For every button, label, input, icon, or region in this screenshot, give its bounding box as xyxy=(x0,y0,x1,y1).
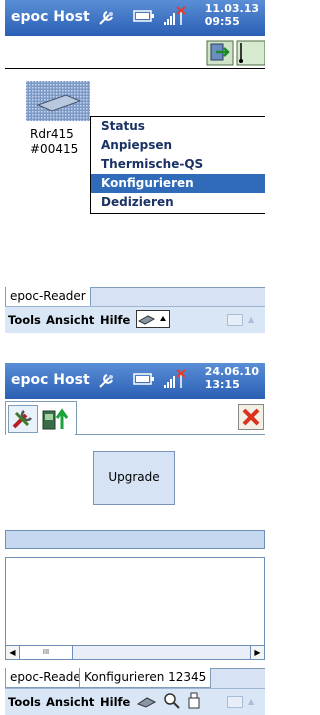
keyboard-toggle-icon[interactable]: ▲ xyxy=(248,697,254,706)
clock[interactable]: 24.06.10 13:15 xyxy=(205,365,259,391)
device-serial: #00415 xyxy=(30,142,79,156)
screen-configure: epoc Host 24.06.10 13:15 Upgrade ◀ III ▶… xyxy=(5,363,265,715)
app-title: epoc Host xyxy=(11,372,90,388)
tab-epoc-reader[interactable]: epoc-Reader xyxy=(5,668,91,688)
menu-item-konfigurieren[interactable]: Konfigurieren xyxy=(91,174,265,193)
context-menu: Status Anpiepsen Thermische-QS ausführen… xyxy=(90,116,265,214)
clock[interactable]: 11.03.13 09:55 xyxy=(205,2,259,28)
reader-device-toolbar-icon[interactable] xyxy=(136,693,158,709)
title-bar: epoc Host 11.03.13 09:55 xyxy=(5,0,265,36)
battery-icon[interactable] xyxy=(133,372,155,386)
menu-item-thermal-qc[interactable]: Thermische-QS ausführen xyxy=(91,155,265,190)
reader-toolbar-button[interactable] xyxy=(136,310,170,328)
signal-icon[interactable] xyxy=(163,6,189,28)
menu-bar: Tools Ansicht Hilfe ▲ xyxy=(5,688,265,715)
settings-icon[interactable] xyxy=(97,372,117,390)
horizontal-scrollbar[interactable]: ◀ III ▶ xyxy=(5,645,265,660)
menu-item-status[interactable]: Status xyxy=(91,117,265,136)
menu-tools[interactable]: Tools xyxy=(8,313,41,327)
upgrade-button-label: Upgrade xyxy=(108,470,160,484)
clock-time: 09:55 xyxy=(204,15,240,28)
toolbar-row xyxy=(5,36,265,68)
upgrade-arrow-icon[interactable] xyxy=(40,405,70,433)
menu-item-dedizieren[interactable]: Dedizieren xyxy=(91,193,265,212)
clock-date: 24.06.10 xyxy=(204,365,259,378)
settings-tool-icon[interactable] xyxy=(236,40,265,66)
title-bar: epoc Host 24.06.10 13:15 xyxy=(5,363,265,399)
scroll-left-icon[interactable]: ◀ xyxy=(6,646,20,659)
reader-device-icon[interactable] xyxy=(26,81,90,121)
menu-hilfe[interactable]: Hilfe xyxy=(100,695,130,709)
scroll-thumb[interactable]: III xyxy=(20,646,73,659)
battery-icon[interactable] xyxy=(133,9,155,23)
tab-tools-active[interactable] xyxy=(5,401,77,436)
keyboard-icon[interactable] xyxy=(227,314,243,326)
menu-bar: Tools Ansicht Hilfe ▲ xyxy=(5,306,265,333)
configure-content: Upgrade ◀ III ▶ xyxy=(5,435,265,660)
menu-ansicht[interactable]: Ansicht xyxy=(46,313,94,327)
signal-icon[interactable] xyxy=(163,369,189,391)
zoom-icon[interactable] xyxy=(163,692,181,710)
tab-strip: epoc-Reader Konfigurieren 12345 xyxy=(5,668,265,688)
exit-icon[interactable] xyxy=(206,40,234,66)
menu-hilfe[interactable]: Hilfe xyxy=(100,313,130,327)
tab-strip: epoc-Reader xyxy=(5,287,265,307)
log-listbox[interactable] xyxy=(5,557,265,647)
menu-ansicht[interactable]: Ansicht xyxy=(46,695,94,709)
clock-time: 13:15 xyxy=(204,378,240,391)
keyboard-icon[interactable] xyxy=(227,696,243,708)
close-icon[interactable] xyxy=(238,404,264,430)
progress-bar xyxy=(5,530,265,549)
scroll-right-icon[interactable]: ▶ xyxy=(250,646,264,659)
tab-epoc-reader[interactable]: epoc-Reader xyxy=(5,287,91,307)
sensor-icon[interactable] xyxy=(187,692,201,710)
wrench-icon[interactable] xyxy=(8,405,38,433)
menu-tools[interactable]: Tools xyxy=(8,695,41,709)
device-label: Rdr415 xyxy=(30,127,74,141)
settings-icon[interactable] xyxy=(97,9,117,27)
screen-reader-list: epoc Host 11.03.13 09:55 Rdr415 #00415 S… xyxy=(5,0,265,333)
upgrade-button[interactable]: Upgrade xyxy=(93,451,175,505)
tool-tabs-row xyxy=(5,399,265,436)
tab-konfigurieren[interactable]: Konfigurieren 12345 xyxy=(79,668,212,688)
clock-date: 11.03.13 xyxy=(204,2,259,15)
menu-item-anpiepsen[interactable]: Anpiepsen xyxy=(91,136,265,155)
keyboard-toggle-icon[interactable]: ▲ xyxy=(248,315,254,324)
app-title: epoc Host xyxy=(11,9,90,25)
